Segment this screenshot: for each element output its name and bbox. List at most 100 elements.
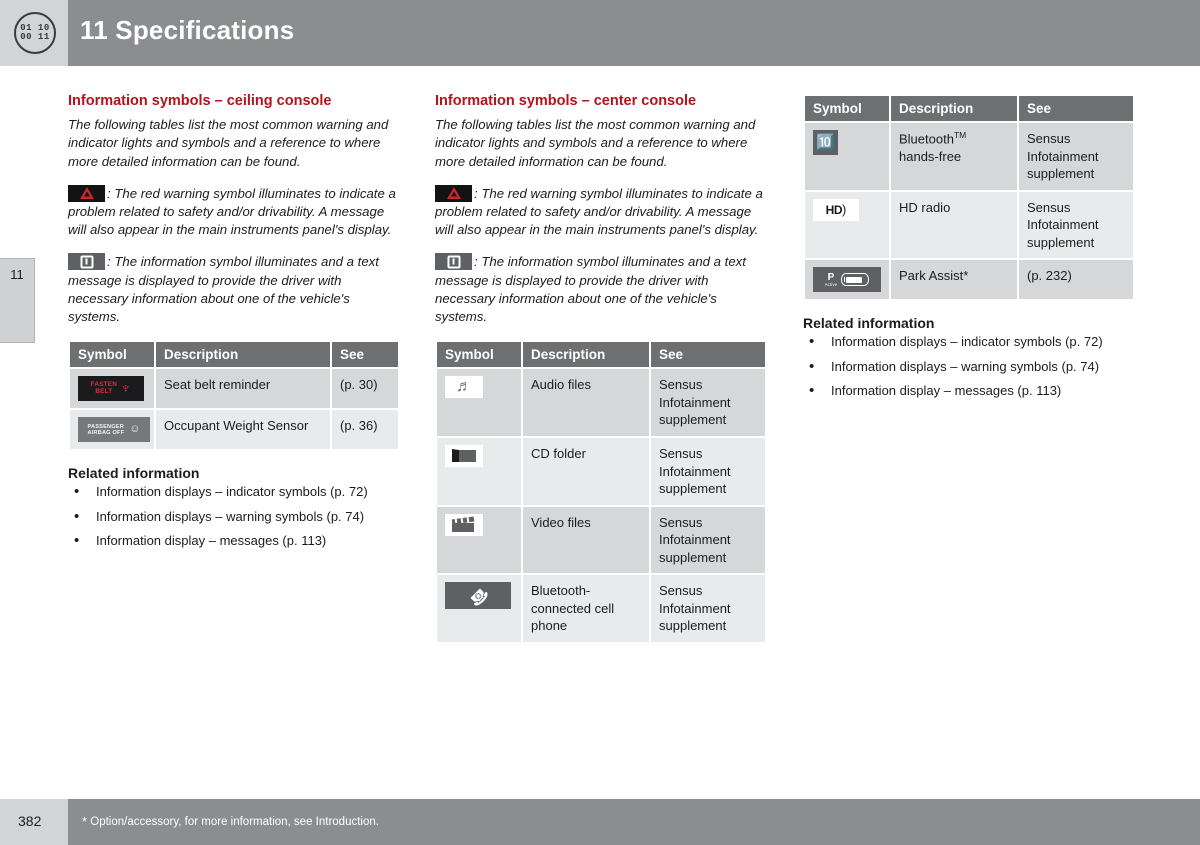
column-header-description: Description — [523, 342, 649, 368]
park-assist-icon: P Active — [813, 267, 881, 293]
table-row: FASTEN BELT ♆ Seat belt reminder (p. 30) — [70, 369, 398, 409]
info-symbol-text-center: : The information symbol illuminates and… — [435, 254, 746, 325]
hd-radio-arc: ) — [842, 202, 847, 218]
table-row: CD folder Sensus Infotainment supplement — [437, 437, 765, 505]
table-row: PASSENGER AIRBAG OFF ☺ Occupant Weight S… — [70, 410, 398, 450]
warning-symbol-paragraph-center: : The red warning symbol illuminates to … — [435, 184, 767, 240]
column-header-symbol: Symbol — [437, 342, 521, 368]
chapter-side-tab: 11 — [0, 258, 35, 343]
related-information-title-right: Related information — [803, 315, 935, 332]
chapter-icon-line-2: 00 11 — [20, 32, 50, 42]
cell-see: Sensus Infotainment supplement — [651, 369, 765, 436]
park-assist-active-label: Active — [824, 281, 838, 287]
column-center-console: Information symbols – center console The… — [435, 92, 767, 644]
page-number: 382 — [18, 813, 42, 829]
related-information-title-left: Related information — [68, 465, 200, 482]
column-header-description: Description — [891, 96, 1017, 121]
red-warning-triangle-icon — [435, 184, 472, 202]
hd-radio-text: HD — [825, 202, 843, 217]
bluetooth-label-rest: hands-free — [899, 148, 962, 164]
cell-symbol: FASTEN BELT ♆ — [70, 369, 154, 409]
park-assist-car-shape — [841, 273, 870, 287]
table-row: HD ) HD radio Sensus Infotainment supple… — [805, 191, 1133, 259]
section-title-ceiling-console: Information symbols – ceiling console — [68, 93, 332, 109]
info-symbol-text-left: : The information symbol illuminates and… — [68, 254, 379, 325]
table-row: P Active Park Assist* (p. 232) — [805, 260, 1133, 300]
intro-paragraph-left: The following tables list the most commo… — [68, 117, 389, 169]
related-information-list-right: Information displays – indicator symbols… — [803, 332, 1135, 401]
column-header-description: Description — [156, 342, 330, 368]
cell-see: Sensus Infotainment supplement — [1019, 123, 1133, 190]
table-row: ♬ Audio files Sensus Infotainment supple… — [437, 369, 765, 436]
cell-description: Video files — [523, 506, 649, 574]
column-right: Symbol Description See 🔟 BluetoothTM hand… — [803, 92, 1135, 406]
cell-symbol: ♬ — [437, 369, 521, 436]
red-warning-triangle-icon — [68, 184, 105, 202]
passenger-airbag-off-symbol: PASSENGER AIRBAG OFF ☺ — [78, 417, 150, 443]
page-title: 11 Specifications — [80, 15, 295, 45]
table-header-row: Symbol Description See — [437, 342, 765, 368]
chapter-binary-icon: 01 10 00 11 — [14, 12, 56, 54]
cell-see: Sensus Infotainment supplement — [651, 575, 765, 642]
chapter-side-tab-number: 11 — [10, 267, 24, 282]
cell-see: (p. 30) — [332, 369, 398, 409]
footnote-text: Option/accessory, for more information, … — [90, 816, 379, 828]
footnote-asterisk: * — [82, 814, 88, 829]
cell-description: CD folder — [523, 437, 649, 505]
cell-description: Seat belt reminder — [156, 369, 330, 409]
column-header-see: See — [651, 342, 765, 368]
page-footer: 382 * Option/accessory, for more informa… — [0, 799, 1200, 845]
related-information-list-left: Information displays – indicator symbols… — [68, 482, 400, 551]
airbag-text-line2: AIRBAG OFF — [87, 429, 125, 436]
bluetooth-phone-icon: ☎ — [445, 582, 511, 610]
column-header-see: See — [332, 342, 398, 368]
list-item[interactable]: Information displays – warning symbols (… — [803, 357, 1135, 377]
cell-description: Audio files — [523, 369, 649, 436]
section-title-center-console: Information symbols – center console — [435, 93, 697, 109]
info-symbol-paragraph-center: : The information symbol illuminates and… — [435, 253, 767, 326]
right-symbol-table: Symbol Description See 🔟 BluetoothTM hand… — [803, 94, 1135, 301]
cell-symbol: HD ) — [805, 191, 889, 259]
list-item[interactable]: Information displays – indicator symbols… — [68, 482, 400, 502]
warning-symbol-text-center: : The red warning symbol illuminates to … — [435, 185, 763, 238]
warning-symbol-paragraph-left: : The red warning symbol illuminates to … — [68, 184, 400, 240]
cell-description: Park Assist* — [891, 260, 1017, 300]
page-header: 01 10 00 11 11 Specifications — [0, 0, 1200, 66]
column-ceiling-console: Information symbols – ceiling console Th… — [68, 92, 400, 556]
column-header-see: See — [1019, 96, 1133, 121]
column-header-symbol: Symbol — [805, 96, 889, 121]
fasten-belt-symbol: FASTEN BELT ♆ — [78, 376, 144, 402]
cell-see: Sensus Infotainment supplement — [651, 506, 765, 574]
table-row: Video files Sensus Infotainment suppleme… — [437, 506, 765, 574]
cell-symbol: 🔟 — [805, 123, 889, 190]
list-item[interactable]: Information displays – warning symbols (… — [68, 507, 400, 527]
column-header-symbol: Symbol — [70, 342, 154, 368]
list-item[interactable]: Information display – messages (p. 113) — [68, 531, 400, 551]
manual-page: 01 10 00 11 11 Specifications 11 Informa… — [0, 0, 1200, 845]
airbag-text-line1: PASSENGER — [87, 423, 124, 430]
cell-description: BluetoothTM hands-free — [891, 123, 1017, 190]
cell-symbol: PASSENGER AIRBAG OFF ☺ — [70, 410, 154, 450]
bluetooth-label: Bluetooth — [899, 131, 954, 147]
warning-symbol-text-left: : The red warning symbol illuminates to … — [68, 185, 396, 238]
footer-note: * Option/accessory, for more information… — [82, 814, 379, 829]
cell-symbol: P Active — [805, 260, 889, 300]
cell-symbol: ☎ — [437, 575, 521, 642]
list-item[interactable]: Information displays – indicator symbols… — [803, 332, 1135, 352]
table-header-row: Symbol Description See — [805, 96, 1133, 121]
list-item[interactable]: Information display – messages (p. 113) — [803, 381, 1135, 401]
cell-see: Sensus Infotainment supplement — [651, 437, 765, 505]
cell-description: HD radio — [891, 191, 1017, 259]
hd-radio-icon: HD ) — [813, 198, 859, 221]
intro-paragraph-center: The following tables list the most commo… — [435, 117, 756, 169]
audio-files-icon: ♬ — [445, 376, 483, 399]
cd-folder-icon — [445, 444, 483, 467]
information-symbol-icon — [68, 253, 105, 271]
airbag-person-icon: ☺ — [129, 423, 141, 436]
trademark-mark: TM — [953, 130, 967, 140]
table-row: ☎ Bluetooth-connected cell phone Sensus … — [437, 575, 765, 642]
cell-symbol — [437, 506, 521, 574]
cell-see: (p. 36) — [332, 410, 398, 450]
ceiling-console-symbol-table: Symbol Description See FASTEN BELT ♆ Sea… — [68, 340, 400, 451]
seatbelt-person-icon: ♆ — [120, 380, 132, 398]
